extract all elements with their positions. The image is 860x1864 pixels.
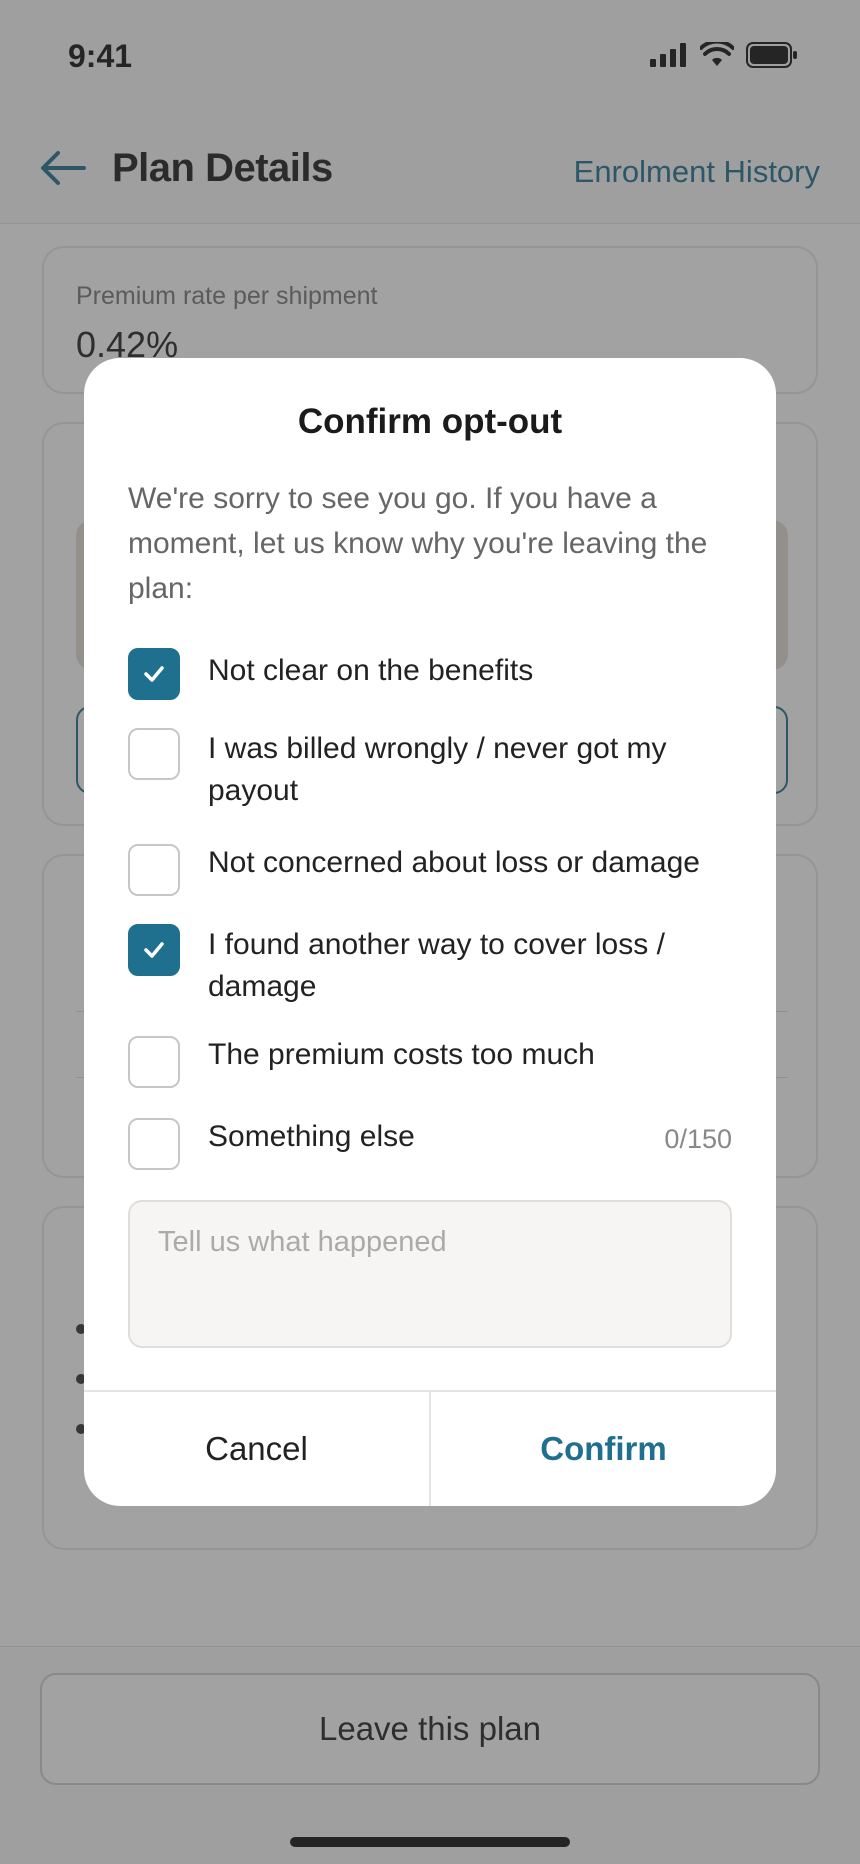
checkmark-icon [144,666,164,682]
reason-checkbox[interactable] [128,844,180,896]
reason-label: Not concerned about loss or damage [208,846,700,879]
dialog-actions: Cancel Confirm [84,1390,776,1506]
reason-checkbox[interactable] [128,1118,180,1170]
reason-checkbox[interactable] [128,924,180,976]
checkmark-icon [144,942,164,958]
reason-label: Not clear on the benefits [208,654,534,687]
confirm-button[interactable]: Confirm [431,1392,776,1506]
reason-checkbox[interactable] [128,728,180,780]
reason-checkbox[interactable] [128,648,180,700]
reason-label: I found another way to cover loss / dama… [208,928,665,1003]
plan-details-screen: 9:41 Plan Details Enrolment History Prem… [0,0,860,1864]
reason-textarea[interactable] [128,1200,732,1348]
dialog-title: Confirm opt-out [297,402,563,441]
reason-checkbox[interactable] [128,1036,180,1088]
character-counter: 0/150 [664,1124,732,1154]
reason-label: I was billed wrongly / never got my payo… [208,732,667,807]
reason-label: Something else [208,1120,415,1153]
opt-out-dialog: Confirm opt-out We're sorry to see you g… [84,358,776,1506]
reason-label: The premium costs too much [208,1038,595,1071]
dialog-description: We're sorry to see you go. If you have a… [128,482,708,605]
cancel-button[interactable]: Cancel [84,1392,431,1506]
